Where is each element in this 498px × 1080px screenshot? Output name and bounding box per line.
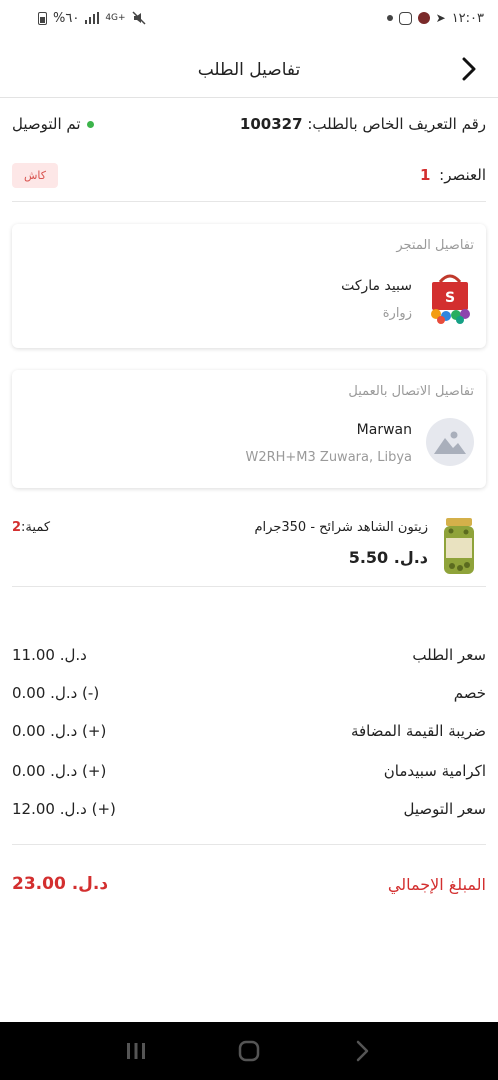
divider bbox=[12, 201, 486, 202]
divider bbox=[12, 844, 486, 845]
notification-dot-icon bbox=[386, 15, 393, 21]
status-bar-left: %٦٠ 4G+ bbox=[38, 11, 146, 26]
product-image bbox=[442, 516, 476, 576]
signal-icon bbox=[85, 12, 100, 24]
divider bbox=[12, 586, 486, 587]
recent-apps-icon bbox=[127, 1043, 146, 1059]
order-status: تم التوصيل bbox=[12, 115, 94, 133]
status-bar: %٦٠ 4G+ ➤ ١٢:٠٣ bbox=[0, 0, 498, 36]
mute-icon bbox=[132, 11, 146, 25]
product-quantity: كمية:2 bbox=[12, 520, 50, 535]
home-icon bbox=[238, 1040, 260, 1062]
product-item[interactable]: زيتون الشاهد شرائح - 350جرام د.ل. 5.50 ك… bbox=[12, 510, 486, 580]
quantity-label: كمية: bbox=[21, 520, 51, 535]
summary-value: (+) د.ل. 0.00 bbox=[12, 722, 107, 740]
order-id-row: رقم التعريف الخاص بالطلب: 100327 تم التو… bbox=[12, 112, 486, 136]
total-label: المبلغ الإجمالي bbox=[387, 874, 486, 894]
store-details-card: تفاصيل المتجر S سبيد ماركت زوارة bbox=[12, 224, 486, 348]
summary-value: (+) د.ل. 12.00 bbox=[12, 800, 116, 818]
payment-method-badge: كاش bbox=[12, 162, 59, 188]
customer-section-title: تفاصيل الاتصال بالعميل bbox=[348, 384, 474, 399]
summary-label: سعر الطلب bbox=[412, 646, 486, 664]
customer-address: W2RH+M3 Zuwara, Libya bbox=[245, 450, 412, 465]
items-count: العنصر: 1 bbox=[420, 166, 486, 184]
summary-value: (-) د.ل. 0.00 bbox=[12, 684, 100, 702]
summary-value: د.ل. 11.00 bbox=[12, 646, 87, 664]
customer-avatar bbox=[426, 418, 474, 466]
battery-level: %٦٠ bbox=[53, 10, 80, 26]
order-id-label: رقم التعريف الخاص بالطلب: bbox=[307, 115, 486, 133]
summary-label: اكرامية سبيدمان bbox=[383, 762, 486, 780]
chevron-right-icon bbox=[356, 1040, 368, 1062]
page-title: تفاصيل الطلب bbox=[197, 59, 301, 80]
order-id: رقم التعريف الخاص بالطلب: 100327 bbox=[240, 115, 486, 133]
summary-row: سعر التوصيل (+) د.ل. 12.00 bbox=[12, 797, 486, 821]
shopping-bag-icon: S bbox=[431, 274, 470, 324]
store-city: زوارة bbox=[382, 306, 412, 321]
items-row: العنصر: 1 كاش bbox=[12, 160, 486, 190]
customer-name: Marwan bbox=[356, 422, 412, 438]
status-bar-right: ➤ ١٢:٠٣ bbox=[386, 10, 484, 26]
status-time: ١٢:٠٣ bbox=[451, 10, 484, 26]
summary-row: سعر الطلب د.ل. 11.00 bbox=[12, 643, 486, 667]
quantity-value: 2 bbox=[12, 520, 22, 535]
svg-text:S: S bbox=[445, 290, 455, 306]
back-button[interactable] bbox=[454, 54, 484, 84]
location-arrow-icon: ➤ bbox=[435, 11, 446, 25]
status-dot-icon bbox=[86, 120, 94, 128]
battery-icon bbox=[38, 11, 47, 25]
store-logo: S bbox=[426, 270, 474, 324]
order-id-value: 100327 bbox=[239, 115, 303, 133]
back-nav-button[interactable] bbox=[347, 1036, 377, 1066]
product-price: د.ل. 5.50 bbox=[348, 548, 428, 567]
app-notification-icon bbox=[398, 11, 412, 25]
summary-row: خصم (-) د.ل. 0.00 bbox=[12, 681, 486, 705]
recent-apps-button[interactable] bbox=[121, 1036, 151, 1066]
customer-details-card: تفاصيل الاتصال بالعميل Marwan W2RH+M3 Zu… bbox=[12, 370, 486, 488]
summary-label: سعر التوصيل bbox=[403, 800, 487, 818]
summary-label: خصم bbox=[453, 684, 486, 702]
total-value: د.ل. 23.00 bbox=[12, 874, 109, 894]
summary-row: ضريبة القيمة المضافة (+) د.ل. 0.00 bbox=[12, 719, 486, 743]
image-placeholder-icon bbox=[434, 431, 466, 454]
store-name: سبيد ماركت bbox=[341, 278, 412, 294]
total-row: المبلغ الإجمالي د.ل. 23.00 bbox=[12, 870, 486, 898]
items-label: العنصر: bbox=[439, 166, 486, 184]
system-navigation-bar bbox=[0, 1022, 498, 1080]
olive-jar-icon bbox=[444, 518, 474, 574]
items-count-value: 1 bbox=[419, 166, 431, 184]
app-header: تفاصيل الطلب bbox=[0, 42, 498, 98]
store-section-title: تفاصيل المتجر bbox=[396, 238, 474, 253]
product-name: زيتون الشاهد شرائح - 350جرام bbox=[254, 520, 428, 535]
summary-label: ضريبة القيمة المضافة bbox=[350, 722, 486, 740]
summary-row: اكرامية سبيدمان (+) د.ل. 0.00 bbox=[12, 759, 486, 783]
order-status-text: تم التوصيل bbox=[12, 115, 81, 133]
home-button[interactable] bbox=[234, 1036, 264, 1066]
summary-value: (+) د.ل. 0.00 bbox=[12, 762, 107, 780]
network-type: 4G+ bbox=[105, 13, 126, 23]
app-notification-icon-2 bbox=[417, 12, 430, 24]
chevron-right-icon bbox=[462, 57, 476, 81]
